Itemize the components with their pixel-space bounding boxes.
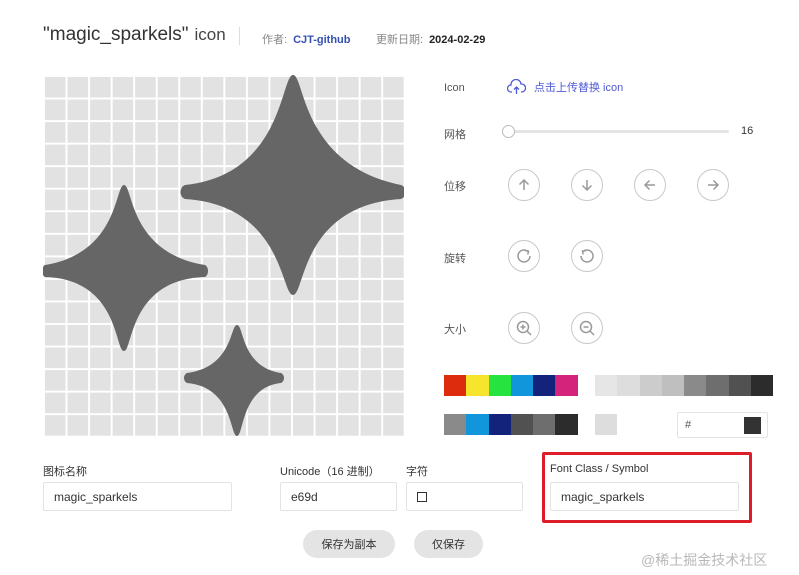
char-label: 字符 — [406, 466, 428, 478]
sparkles-shape — [43, 75, 404, 436]
grid-slider-track[interactable] — [509, 130, 729, 133]
arrow-right-icon — [708, 179, 720, 191]
color-swatch[interactable] — [533, 414, 556, 435]
icon-label: Icon — [444, 82, 465, 94]
move-down-button[interactable] — [571, 169, 603, 201]
save-as-copy-button[interactable]: 保存为副本 — [303, 530, 395, 558]
rotate-counterclockwise-button[interactable] — [571, 240, 603, 272]
icon-canvas[interactable] — [43, 75, 404, 436]
move-left-button[interactable] — [634, 169, 666, 201]
move-up-button[interactable] — [508, 169, 540, 201]
rotate-counterclockwise-icon — [580, 249, 594, 263]
color-swatch[interactable] — [510, 375, 534, 396]
sparkles-icon — [43, 75, 404, 436]
color-swatch[interactable] — [595, 414, 618, 435]
zoom-in-icon — [516, 320, 532, 336]
rotate-clockwise-icon — [517, 249, 531, 263]
icon-title: "magic_sparkels" icon — [43, 24, 226, 46]
date-label: 更新日期: — [376, 34, 424, 46]
char-input[interactable] — [406, 482, 523, 511]
icon-title-name: "magic_sparkels" — [43, 24, 189, 45]
hex-prefix: # — [685, 419, 692, 431]
size-label: 大小 — [444, 324, 466, 336]
gray-swatches — [595, 375, 774, 396]
grid-label: 网格 — [444, 129, 466, 141]
zoom-out-button[interactable] — [571, 312, 603, 344]
color-swatch[interactable] — [444, 414, 467, 435]
zoom-out-icon — [579, 320, 595, 336]
grid-value: 16 — [741, 125, 754, 137]
unicode-input[interactable]: e69d — [280, 482, 397, 511]
rotate-label: 旋转 — [444, 253, 466, 265]
color-swatch[interactable] — [684, 375, 707, 396]
hex-color-input[interactable]: # — [677, 412, 768, 438]
date-value: 2024-02-29 — [429, 34, 486, 46]
color-swatch[interactable] — [488, 414, 511, 435]
color-swatch[interactable] — [444, 375, 467, 396]
icon-name-input[interactable]: magic_sparkels — [43, 482, 232, 511]
color-swatch[interactable] — [466, 414, 489, 435]
cloud-upload-icon — [507, 79, 526, 94]
color-swatch[interactable] — [555, 414, 578, 435]
date-meta: 更新日期: 2024-02-29 — [376, 31, 485, 47]
color-swatch[interactable] — [661, 375, 685, 396]
save-only-button[interactable]: 仅保存 — [414, 530, 483, 558]
upload-replace-link[interactable]: 点击上传替换 icon — [507, 79, 623, 95]
icon-title-suffix: icon — [194, 25, 226, 44]
move-label: 位移 — [444, 181, 466, 193]
arrow-left-icon — [643, 179, 655, 191]
author-link[interactable]: CJT-github — [293, 34, 350, 46]
color-swatch[interactable] — [706, 375, 729, 396]
recent-swatches — [444, 414, 578, 435]
header-divider — [239, 27, 240, 45]
color-swatch[interactable] — [617, 375, 640, 396]
color-swatch[interactable] — [751, 375, 774, 396]
char-glyph-box — [417, 491, 427, 502]
color-swatch[interactable] — [510, 414, 534, 435]
watermark: @稀土掘金技术社区 — [641, 552, 768, 568]
single-swatch — [595, 414, 618, 435]
sparkle-large — [180, 75, 404, 295]
color-swatch[interactable] — [466, 375, 489, 396]
highlight-box — [542, 452, 752, 523]
author-label: 作者: — [262, 34, 288, 46]
move-right-button[interactable] — [697, 169, 729, 201]
icon-name-label: 图标名称 — [43, 466, 87, 478]
color-swatch[interactable] — [488, 375, 511, 396]
arrow-up-icon — [518, 178, 530, 190]
color-swatch[interactable] — [639, 375, 662, 396]
color-swatch[interactable] — [728, 375, 752, 396]
unicode-label: Unicode（16 进制） — [280, 466, 380, 478]
palette-swatches — [444, 375, 578, 396]
current-color-chip[interactable] — [744, 417, 761, 434]
zoom-in-button[interactable] — [508, 312, 540, 344]
color-swatch[interactable] — [555, 375, 578, 396]
color-swatch[interactable] — [533, 375, 556, 396]
author-meta: 作者: CJT-github — [262, 31, 351, 47]
upload-label: 点击上传替换 icon — [534, 82, 624, 94]
sparkle-medium — [43, 185, 208, 351]
sparkle-small — [184, 325, 284, 436]
color-swatch[interactable] — [595, 375, 618, 396]
grid-slider-thumb[interactable] — [502, 125, 515, 138]
rotate-clockwise-button[interactable] — [508, 240, 540, 272]
arrow-down-icon — [581, 180, 593, 192]
